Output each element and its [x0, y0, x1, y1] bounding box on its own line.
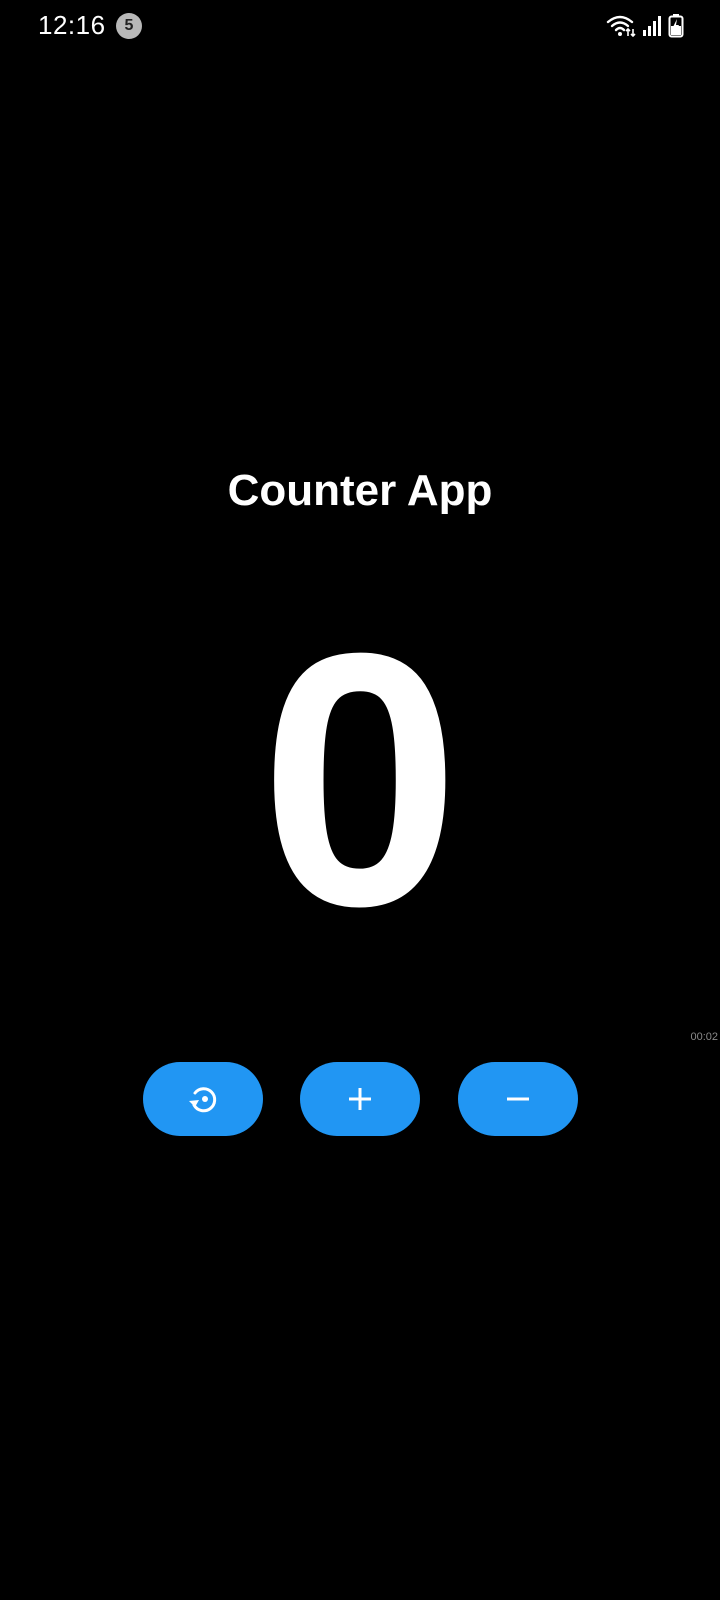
- minus-icon: [504, 1085, 532, 1113]
- signal-icon: [642, 15, 662, 37]
- page-title: Counter App: [227, 466, 493, 515]
- counter-value: 0: [259, 579, 461, 981]
- decrement-button[interactable]: [458, 1062, 578, 1136]
- notification-count-badge: 5: [116, 13, 142, 39]
- reset-icon: [185, 1081, 221, 1117]
- status-bar: 12:16 5: [0, 0, 720, 52]
- wifi-icon: [606, 14, 636, 38]
- timer-label: 00:02: [690, 1031, 718, 1043]
- status-time: 12:16: [38, 10, 106, 40]
- battery-charging-icon: [668, 14, 684, 38]
- status-icons: [606, 13, 684, 39]
- increment-button[interactable]: [300, 1062, 420, 1136]
- plus-icon: [346, 1085, 374, 1113]
- reset-button[interactable]: [143, 1062, 263, 1136]
